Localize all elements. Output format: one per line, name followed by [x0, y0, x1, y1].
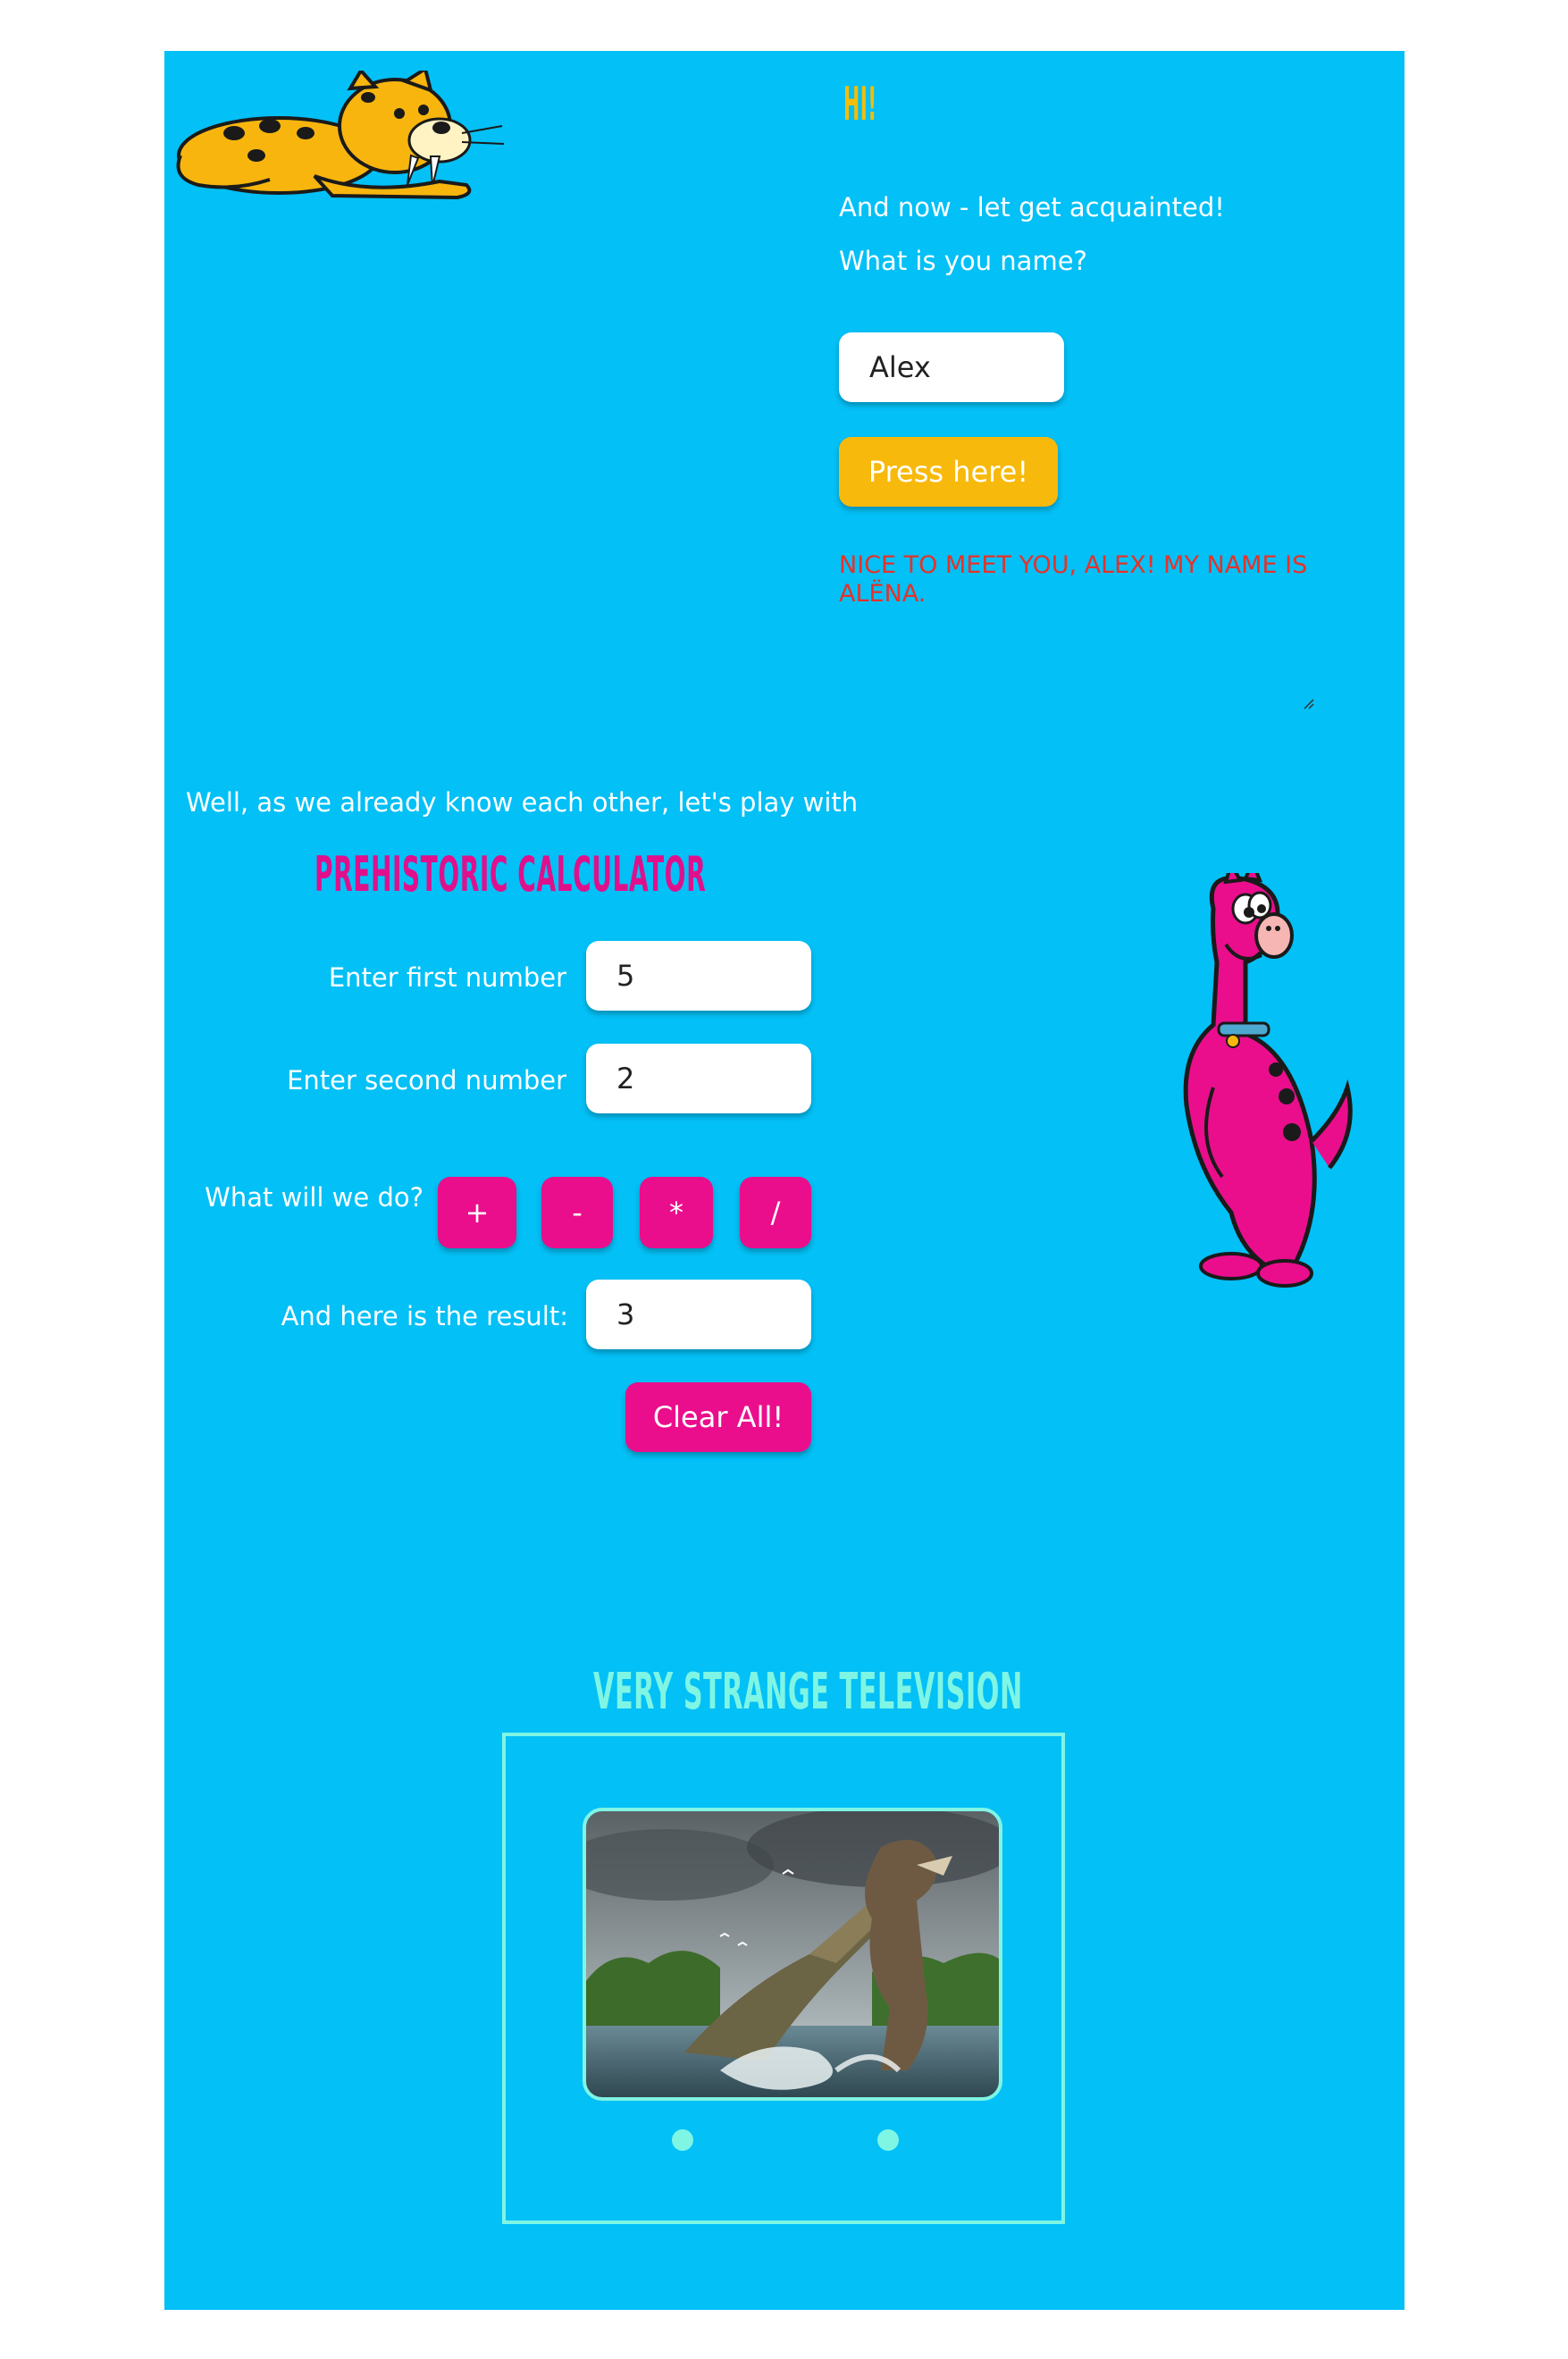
page-panel: HI! And now - let get acquainted! What i… [164, 51, 1404, 2310]
calculator-intro: Well, as we already know each other, let… [186, 787, 859, 818]
dinosaur-fight-image [586, 1811, 999, 2097]
tv-knob-right[interactable] [877, 2129, 899, 2151]
sabertooth-cat-icon [176, 71, 504, 200]
greeting-reply: NICE TO MEET YOU, ALEX! MY NAME IS ALËNA… [839, 551, 1308, 608]
name-input[interactable]: Alex [839, 332, 1064, 402]
second-number-label: Enter second number [287, 1065, 566, 1096]
greeting-intro: And now - let get acquainted! [839, 192, 1225, 222]
add-button[interactable]: + [438, 1177, 516, 1248]
calculator-title: PREHISTORIC CALCULATOR [314, 846, 707, 902]
television-screen [583, 1808, 1002, 2101]
television-frame [502, 1733, 1065, 2224]
second-number-input[interactable]: 2 [586, 1044, 811, 1113]
resize-handle-icon[interactable] [1303, 698, 1315, 710]
first-number-label: Enter first number [328, 962, 566, 993]
pink-dinosaur-icon [1183, 873, 1353, 1288]
result-label: And here is the result: [281, 1301, 568, 1331]
tv-knob-left[interactable] [672, 2129, 693, 2151]
multiply-button[interactable]: * [640, 1177, 713, 1248]
press-here-button[interactable]: Press here! [839, 437, 1058, 507]
clear-all-button[interactable]: Clear All! [625, 1382, 811, 1452]
television-title: VERY STRANGE TELEVISION [593, 1663, 1023, 1721]
result-output[interactable]: 3 [586, 1280, 811, 1349]
subtract-button[interactable]: - [541, 1177, 613, 1248]
name-question: What is you name? [839, 246, 1087, 276]
divide-button[interactable]: / [740, 1177, 811, 1248]
greeting-title: HI! [843, 78, 877, 131]
operation-label: What will we do? [205, 1182, 423, 1213]
first-number-input[interactable]: 5 [586, 941, 811, 1011]
